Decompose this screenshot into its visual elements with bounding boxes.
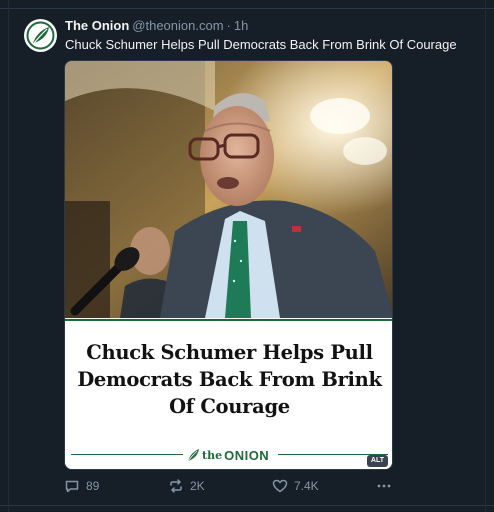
card-headline-band: Chuck Schumer Helps Pull Democrats Back … <box>65 319 392 469</box>
like-button[interactable]: 7.4K <box>272 477 319 495</box>
author-handle[interactable]: @theonion.com <box>132 18 223 33</box>
column-border-right <box>485 0 486 512</box>
column-border-left <box>8 0 9 512</box>
heart-icon <box>272 479 288 493</box>
divider-bottom <box>0 505 494 506</box>
author-name[interactable]: The Onion <box>65 18 129 33</box>
post-text: Chuck Schumer Helps Pull Democrats Back … <box>65 37 457 52</box>
repost-count: 2K <box>190 479 205 493</box>
image-card[interactable]: Chuck Schumer Helps Pull Democrats Back … <box>64 60 393 470</box>
onion-logo-icon <box>24 19 57 52</box>
repost-icon <box>170 479 182 493</box>
reply-count: 89 <box>86 479 100 493</box>
reply-icon <box>65 480 79 493</box>
post-time[interactable]: 1h <box>234 18 248 33</box>
reply-button[interactable]: 89 <box>64 477 99 495</box>
post-header: The Onion @theonion.com · 1h <box>65 18 248 34</box>
avatar[interactable] <box>24 19 57 52</box>
post-actions: 89 2K 7.4K <box>64 477 394 495</box>
brand-rule-left <box>71 454 183 455</box>
wordmark-the: the <box>202 448 223 462</box>
more-options-button[interactable] <box>376 477 392 495</box>
post-container[interactable]: The Onion @theonion.com · 1h Chuck Schumer … <box>0 0 494 512</box>
onion-wordmark: the ONION <box>187 447 269 463</box>
wordmark-onion: ONION <box>224 447 270 463</box>
article-photo[interactable] <box>65 61 392 318</box>
repost-button[interactable]: 2K <box>168 477 205 495</box>
divider-top <box>0 8 494 9</box>
onion-leaf-icon <box>187 449 199 462</box>
brand-row: the ONION <box>65 447 392 463</box>
like-count: 7.4K <box>294 479 319 493</box>
header-separator: · <box>226 18 231 33</box>
alt-text-badge[interactable]: ALT <box>366 455 388 467</box>
more-dots-icon <box>377 484 391 488</box>
card-headline: Chuck Schumer Helps Pull Democrats Back … <box>77 341 382 418</box>
